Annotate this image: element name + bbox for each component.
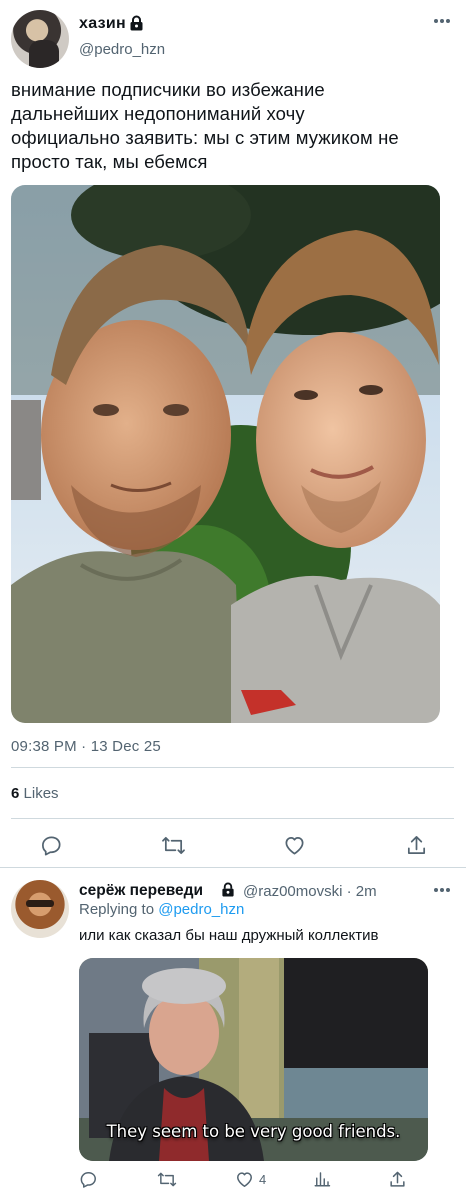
share-button[interactable] (403, 832, 429, 858)
replying-prefix: Replying to (79, 901, 155, 918)
likes-number: 6 (11, 785, 20, 802)
replying-to: Replying to @pedro_hzn (79, 901, 244, 918)
divider (11, 767, 454, 768)
share-icon (407, 835, 425, 854)
tweet-text-line: дальнейших недопониманий хочу (11, 103, 305, 124)
reply-reply-button[interactable] (79, 1169, 98, 1189)
gif-caption: They seem to be very good friends. (106, 1122, 401, 1141)
reply-share-button[interactable] (388, 1169, 407, 1189)
reply-retweet-button[interactable] (157, 1169, 177, 1189)
replying-to-link[interactable]: @pedro_hzn (158, 901, 244, 918)
author-display-name[interactable]: хазин (79, 15, 126, 33)
main-tweet: хазин @pedro_hzn внимание подписчики во … (0, 0, 466, 868)
retweet-button[interactable] (160, 832, 186, 858)
retweet-icon (157, 1172, 177, 1186)
lock-icon (222, 882, 234, 897)
reply-gif[interactable]: They seem to be very good friends. (79, 958, 428, 1161)
more-icon[interactable] (433, 887, 451, 893)
retweet-icon (161, 836, 185, 854)
tweet-text: внимание подписчики во избежание дальней… (11, 78, 461, 174)
analytics-icon (314, 1172, 331, 1187)
more-icon[interactable] (433, 18, 451, 24)
reply-icon (41, 835, 61, 855)
likes-label: Likes (23, 785, 59, 802)
tweet-text-line: официально заявить: мы с этим мужиком не (11, 127, 399, 148)
lock-icon (130, 15, 143, 31)
author-avatar[interactable] (11, 10, 69, 68)
divider (11, 818, 454, 819)
reply-like-count: 4 (259, 1171, 267, 1187)
reply-tweet: серёж переведи @raz00movski · 2m Replyin… (0, 869, 466, 1200)
tweet-timestamp[interactable]: 09:38 PM · 13 Dec 25 (11, 738, 161, 755)
share-icon (390, 1171, 405, 1187)
reply-button[interactable] (38, 832, 64, 858)
reply-like-button[interactable]: 4 (235, 1169, 266, 1189)
tweet-photo[interactable] (11, 185, 440, 723)
like-button[interactable] (281, 832, 307, 858)
reply-author-display-name[interactable]: серёж переведи (79, 882, 203, 900)
heart-icon (284, 836, 304, 855)
likes-count[interactable]: 6 Likes (11, 785, 59, 802)
tweet-text-line: внимание подписчики во избежание (11, 79, 325, 100)
reply-author-handle[interactable]: @raz00movski · 2m (243, 883, 377, 900)
reply-author-avatar[interactable] (11, 880, 69, 938)
reply-icon (80, 1171, 96, 1188)
heart-icon (237, 1171, 252, 1187)
reply-analytics-button[interactable] (313, 1169, 331, 1189)
tweet-text-line: просто так, мы ебемся (11, 151, 208, 172)
reply-text: или как сказал бы наш дружный коллектив (79, 927, 379, 944)
divider (0, 867, 466, 868)
author-handle[interactable]: @pedro_hzn (79, 41, 165, 58)
